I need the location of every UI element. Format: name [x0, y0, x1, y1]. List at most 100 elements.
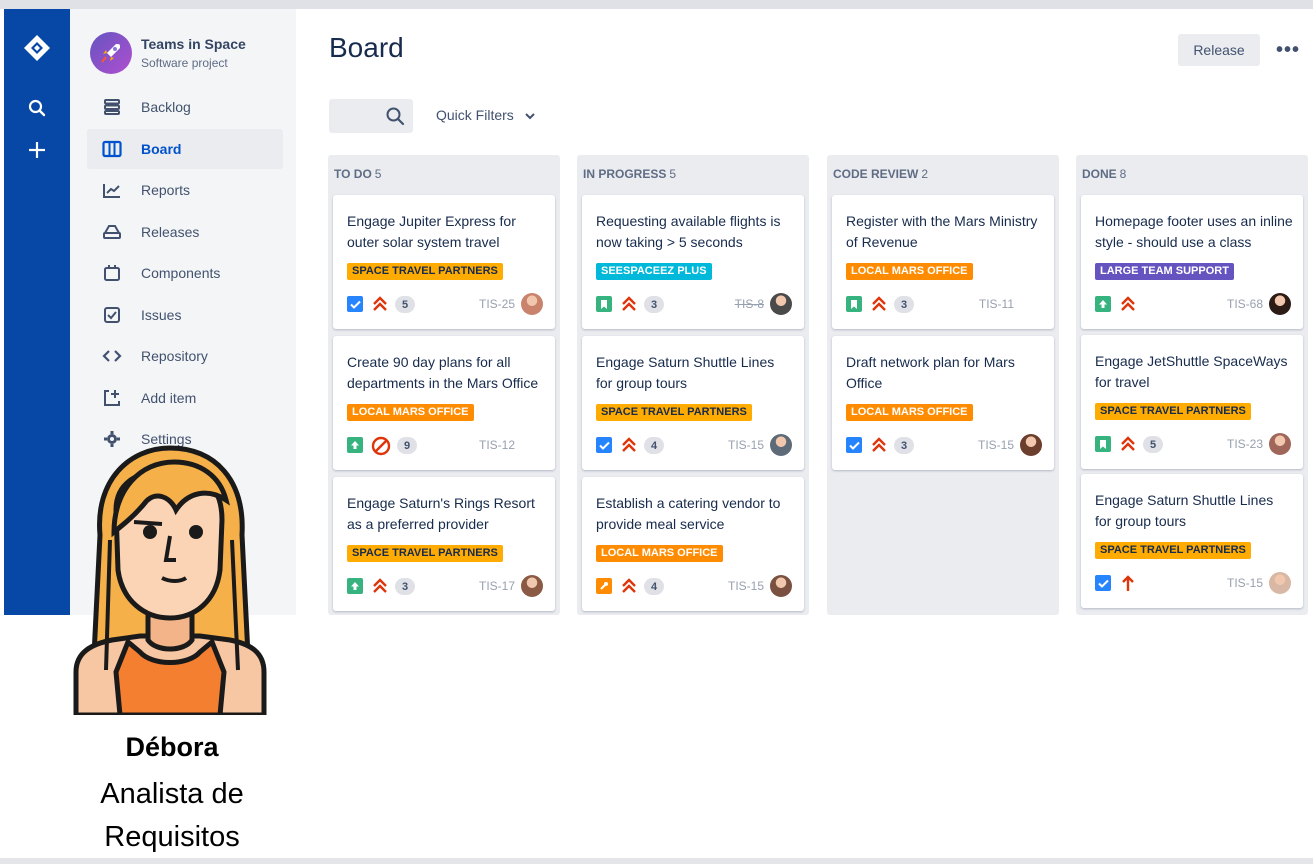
column-count: 5: [374, 167, 382, 181]
issue-card[interactable]: Create 90 day plans for all departments …: [333, 336, 555, 470]
jira-logo-icon[interactable]: [23, 34, 51, 62]
issue-card[interactable]: Register with the Mars Ministry of Reven…: [832, 195, 1054, 329]
issue-card[interactable]: Draft network plan for Mars Office LOCAL …: [832, 336, 1054, 470]
issue-card[interactable]: Engage Saturn Shuttle Lines for group to…: [1081, 474, 1303, 608]
assignee-avatar[interactable]: [1269, 293, 1291, 315]
sidebar-item-releases[interactable]: Releases: [87, 212, 283, 252]
improvement-icon: [347, 578, 363, 594]
release-button[interactable]: Release: [1178, 34, 1260, 66]
sidebar-item-board[interactable]: Board: [87, 129, 283, 169]
column-header: DONE 8: [1082, 167, 1126, 181]
sidebar-item-label: Releases: [141, 224, 200, 240]
quick-filters-label: Quick Filters: [436, 107, 514, 123]
more-button[interactable]: •••: [1272, 34, 1304, 66]
assignee-avatar[interactable]: [1020, 434, 1042, 456]
issue-key[interactable]: TIS-15: [1227, 576, 1263, 590]
sidebar-item-label: Board: [141, 141, 182, 157]
issue-key[interactable]: TIS-17: [479, 579, 515, 593]
improvement-icon: [347, 437, 363, 453]
issues-icon: [101, 304, 123, 326]
issue-card[interactable]: Engage Jupiter Express for outer solar s…: [333, 195, 555, 329]
sidebar-item-backlog[interactable]: Backlog: [87, 87, 283, 127]
story-points-badge: 9: [397, 437, 417, 454]
issue-card[interactable]: Establish a catering vendor to provide m…: [582, 477, 804, 611]
bottom-divider: [0, 858, 1313, 864]
project-header[interactable]: Teams in Space Software project: [90, 32, 246, 74]
issue-key[interactable]: TIS-68: [1227, 297, 1263, 311]
sidebar-item-components[interactable]: Components: [87, 253, 283, 293]
code-icon: [101, 345, 123, 367]
top-strip: [0, 0, 1313, 9]
card-title: Create 90 day plans for all departments …: [347, 354, 539, 391]
global-nav: [4, 9, 70, 615]
column-name: CODE REVIEW: [833, 167, 919, 181]
issue-key[interactable]: TIS-15: [728, 579, 764, 593]
sidebar-item-add-item[interactable]: Add item: [87, 378, 283, 418]
assignee-avatar[interactable]: [521, 293, 543, 315]
column-count: 8: [1119, 167, 1127, 181]
issue-key[interactable]: TIS-8: [735, 297, 764, 311]
releases-icon: [101, 221, 123, 243]
reports-icon: [101, 179, 123, 201]
card-meta: TIS-15: [1095, 572, 1291, 594]
quick-filters-dropdown[interactable]: Quick Filters: [436, 107, 536, 123]
issue-card[interactable]: Engage JetShuttle SpaceWays for travel SP…: [1081, 335, 1303, 469]
card-meta: TIS-68: [1095, 293, 1291, 315]
priority-highest-icon: [1119, 295, 1137, 313]
card-meta: 3 TIS-15: [846, 434, 1042, 456]
issue-card[interactable]: Homepage footer uses an inline style - s…: [1081, 195, 1303, 329]
story-points-badge: 5: [395, 296, 415, 313]
epic-label: SPACE TRAVEL PARTNERS: [1095, 403, 1251, 420]
priority-highest-icon: [870, 295, 888, 313]
priority-high-icon: [1119, 574, 1137, 592]
plus-icon[interactable]: [24, 137, 50, 163]
sidebar-item-label: Reports: [141, 182, 191, 198]
bug-wrench-icon: [596, 578, 612, 594]
persona-role-text: Analista de Requisitos: [100, 778, 244, 853]
story-points-badge: 4: [644, 437, 664, 454]
issue-key[interactable]: TIS-12: [479, 438, 515, 452]
sidebar-item-issues[interactable]: Issues: [87, 295, 283, 335]
issue-key[interactable]: TIS-11: [979, 297, 1014, 311]
issue-key[interactable]: TIS-15: [978, 438, 1014, 452]
search-input[interactable]: [329, 99, 413, 133]
search-icon[interactable]: [24, 95, 50, 121]
persona-name: Débora: [125, 732, 219, 762]
board-column: IN PROGRESS 5 Requesting available flights…: [577, 155, 809, 615]
story-points-badge: 4: [644, 578, 664, 595]
improvement-icon: [1095, 296, 1111, 312]
card-meta: 5 TIS-25: [347, 293, 543, 315]
issue-card[interactable]: Engage Saturn Shuttle Lines for group to…: [582, 336, 804, 470]
epic-label: LARGE TEAM SUPPORT: [1095, 263, 1234, 280]
persona-role: Analista de Requisitos: [0, 773, 344, 859]
issue-key[interactable]: TIS-23: [1227, 437, 1263, 451]
assignee-avatar[interactable]: [770, 293, 792, 315]
task-icon: [846, 437, 862, 453]
issue-key[interactable]: TIS-15: [728, 438, 764, 452]
assignee-avatar[interactable]: [770, 434, 792, 456]
sidebar-item-reports[interactable]: Reports: [87, 170, 283, 210]
assignee-avatar[interactable]: [1269, 433, 1291, 455]
story-points-badge: 3: [395, 578, 415, 595]
priority-highest-icon: [620, 577, 638, 595]
card-title: Engage Saturn's Rings Resort as a prefer…: [347, 495, 535, 532]
card-title: Requesting available flights is now taki…: [596, 213, 781, 250]
assignee-avatar[interactable]: [770, 575, 792, 597]
issue-card[interactable]: Engage Saturn's Rings Resort as a prefer…: [333, 477, 555, 611]
project-name: Teams in Space: [141, 36, 246, 52]
issue-key[interactable]: TIS-25: [479, 297, 515, 311]
card-title: Draft network plan for Mars Office: [846, 354, 1015, 391]
column-name: DONE: [1082, 167, 1117, 181]
board-icon: [101, 138, 123, 160]
assignee-avatar[interactable]: [521, 575, 543, 597]
column-count: 2: [921, 167, 929, 181]
sidebar-item-repository[interactable]: Repository: [87, 336, 283, 376]
issue-card[interactable]: Requesting available flights is now taki…: [582, 195, 804, 329]
card-title: Homepage footer uses an inline style - s…: [1095, 213, 1293, 250]
task-icon: [1095, 575, 1111, 591]
card-title: Engage Saturn Shuttle Lines for group to…: [596, 354, 775, 391]
sidebar-item-label: Backlog: [141, 99, 191, 115]
page-title: Board: [329, 32, 404, 63]
priority-blocker-icon: [371, 436, 391, 456]
assignee-avatar[interactable]: [1269, 572, 1291, 594]
